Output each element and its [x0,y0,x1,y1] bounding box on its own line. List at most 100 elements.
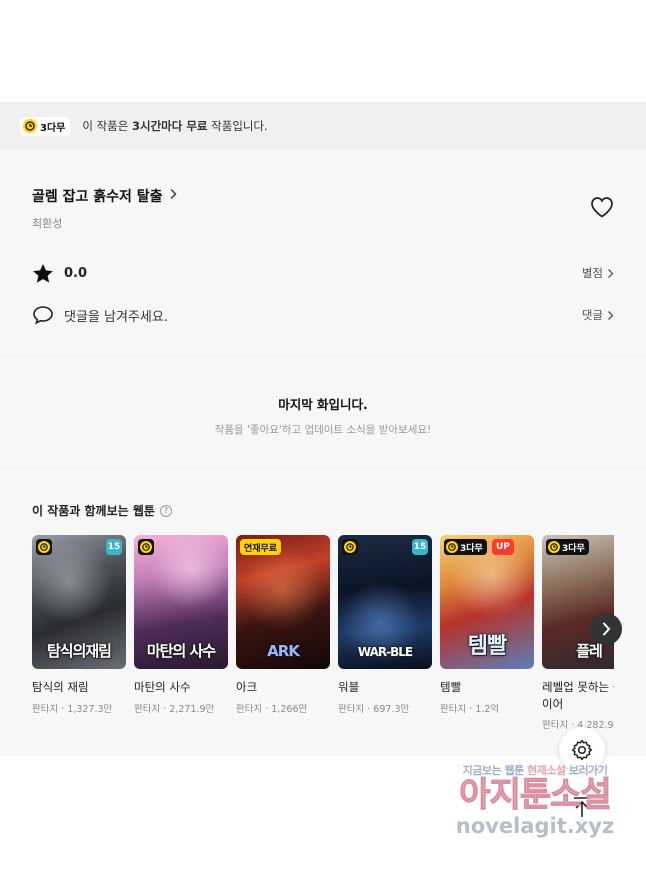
free-notice-text: 이 작품은 3시간마다 무료 작품입니다. [82,118,267,134]
clock-icon [140,541,152,553]
webtoon-viewer-page: 3다무 이 작품은 3시간마다 무료 작품입니다. 골렘 잡고 흙수저 탈출 최… [0,0,646,873]
card-meta: 판타지 · 2,271.9만 [134,703,215,715]
free-notice-pre: 이 작품은 [82,119,132,133]
arrow-up-icon [574,797,590,817]
recommendation-carousel: 15 탐식의재림 탐식의 재림 판타지 · 1,327.3만 마탄의 사수 마탄… [32,535,614,731]
rating-row: 0.0 별점 [32,262,614,284]
rating-link-label: 별점 [581,266,603,280]
card-title: 아크 [236,680,258,694]
free-notice-bar: 3다무 이 작품은 3시간마다 무료 작품입니다. [0,102,646,150]
help-icon[interactable]: ? [159,504,172,517]
watermark-line1-a: 지금보는 웹툰 [462,764,525,777]
update-badge: UP [492,539,514,555]
card-views: 1,327.3만 [67,703,113,715]
card-title: 마탄의 사수 [134,680,191,694]
clock-icon [38,541,50,553]
card-thumbnail: 연재무료 ARK [236,535,330,669]
work-title: 골렘 잡고 흙수저 탈출 [32,189,163,205]
clock-icon [446,541,458,553]
card-meta: 판타지 · 1.2억 [440,703,500,715]
heart-icon[interactable] [590,196,614,218]
comment-link-label: 댓글 [581,308,603,322]
card-views: 1,266만 [271,703,308,715]
card-title: 워블 [338,680,360,694]
free-notice-post: 작품입니다. [207,119,268,133]
chevron-right-icon [602,622,611,636]
clock-icon [548,541,560,553]
last-episode-notice: 마지막 화입니다. 작품을 '좋아요'하고 업데이트 소식을 받아보세요! [0,356,646,468]
wait-free-badge: 3다무 [444,539,487,555]
chevron-right-icon [608,310,614,320]
cover-title: ARK [267,641,300,660]
cover-title: WAR-BLE [357,644,413,659]
wait-free-badge: 3다무 [20,116,71,136]
speech-bubble-icon [32,304,54,326]
wait-free-label: 3다무 [562,543,585,554]
card-genre: 판타지 [338,703,365,715]
wait-free-badge [36,539,52,555]
rating-link[interactable]: 별점 [582,265,614,281]
settings-button[interactable] [559,727,605,773]
clock-icon [23,119,37,133]
card-meta: 판타지 · 697.3만 [338,703,410,715]
last-episode-title: 마지막 화입니다. [278,397,368,412]
card-views: 697.3만 [373,703,410,715]
watermark-line1: 지금보는 웹툰 현재소설 보러가기 [440,762,630,778]
card-title: 레벨업 못하는 플레이어 [542,680,614,711]
chevron-right-icon [169,188,177,204]
recommendation-card[interactable]: 연재무료 ARK 아크 판타지 · 1,266만 [236,535,330,731]
card-thumbnail: 3다무 플레 [542,535,614,669]
card-thumbnail: 3다무 UP 템빨 [440,535,534,669]
card-genre: 판타지 [236,703,263,715]
card-genre: 판타지 [440,703,467,715]
wait-free-badge-label: 3다무 [40,122,66,134]
gear-icon [571,739,593,761]
recommendation-heading: 이 작품과 함께보는 웹툰 ? [32,502,646,519]
work-info: 골렘 잡고 흙수저 탈출 최환성 0.0 별점 댓글을 남겨주세요. 댓글 [0,150,646,356]
card-thumbnail: 15 탐식의재림 [32,535,126,669]
scroll-top-button[interactable] [559,784,605,830]
card-genre: 판타지 [542,720,569,732]
free-notice-bold: 3시간마다 무료 [132,119,208,133]
card-meta: 판타지 · 1,266만 [236,703,308,715]
card-thumbnail: 15 WAR-BLE [338,535,432,669]
recommendation-card[interactable]: 15 WAR-BLE 워블 판타지 · 697.3만 [338,535,432,731]
recommendation-card[interactable]: 15 탐식의재림 탐식의 재림 판타지 · 1,327.3만 [32,535,126,731]
card-meta: 판타지 · 1,327.3만 [32,703,113,715]
card-genre: 판타지 [32,703,59,715]
card-views: 2,271.9만 [169,703,215,715]
carousel-next-button[interactable] [590,613,622,645]
serial-free-badge: 연재무료 [240,539,282,555]
wait-free-label: 3다무 [460,543,483,554]
last-episode-subtitle: 작품을 '좋아요'하고 업데이트 소식을 받아보세요! [214,424,432,436]
card-views: 1.2억 [475,703,500,715]
wait-free-badge: 3다무 [546,539,589,555]
cover-title: 템빨 [467,633,507,659]
card-genre: 판타지 [134,703,161,715]
top-blank-area [0,0,646,102]
chevron-right-icon [608,268,614,278]
card-title: 템빨 [440,680,462,694]
clock-icon [344,541,356,553]
card-title: 탐식의 재림 [32,680,89,694]
cover-title: 마탄의 사수 [146,641,216,660]
rating-value: 0.0 [64,265,88,281]
card-thumbnail: 마탄의 사수 [134,535,228,669]
age-rating-badge: 15 [412,539,428,555]
work-title-link[interactable]: 골렘 잡고 흙수저 탈출 [32,186,614,206]
recommendation-card[interactable]: 3다무 UP 템빨 템빨 판타지 · 1.2억 [440,535,534,731]
comment-row: 댓글을 남겨주세요. 댓글 [32,304,614,326]
recommendation-card[interactable]: 마탄의 사수 마탄의 사수 판타지 · 2,271.9만 [134,535,228,731]
wait-free-badge [138,539,154,555]
age-rating-badge: 15 [106,539,122,555]
recommendation-section: 이 작품과 함께보는 웹툰 ? 15 탐식의재림 탐식의 재림 판타지 · 1,… [0,468,646,731]
watermark-line1-b: 현재소설 [527,764,566,777]
star-icon [32,262,54,284]
comment-link[interactable]: 댓글 [582,307,614,323]
wait-free-badge [342,539,358,555]
cover-title: 플레 [576,641,603,660]
comment-prompt[interactable]: 댓글을 남겨주세요. [64,306,168,325]
bottom-panel: 골렘 잡고 흙수저 탈출 최환성 0.0 별점 댓글을 남겨주세요. 댓글 마지… [0,150,646,756]
cover-title: 탐식의재림 [46,641,112,660]
recommendation-heading-text: 이 작품과 함께보는 웹툰 [32,504,155,518]
